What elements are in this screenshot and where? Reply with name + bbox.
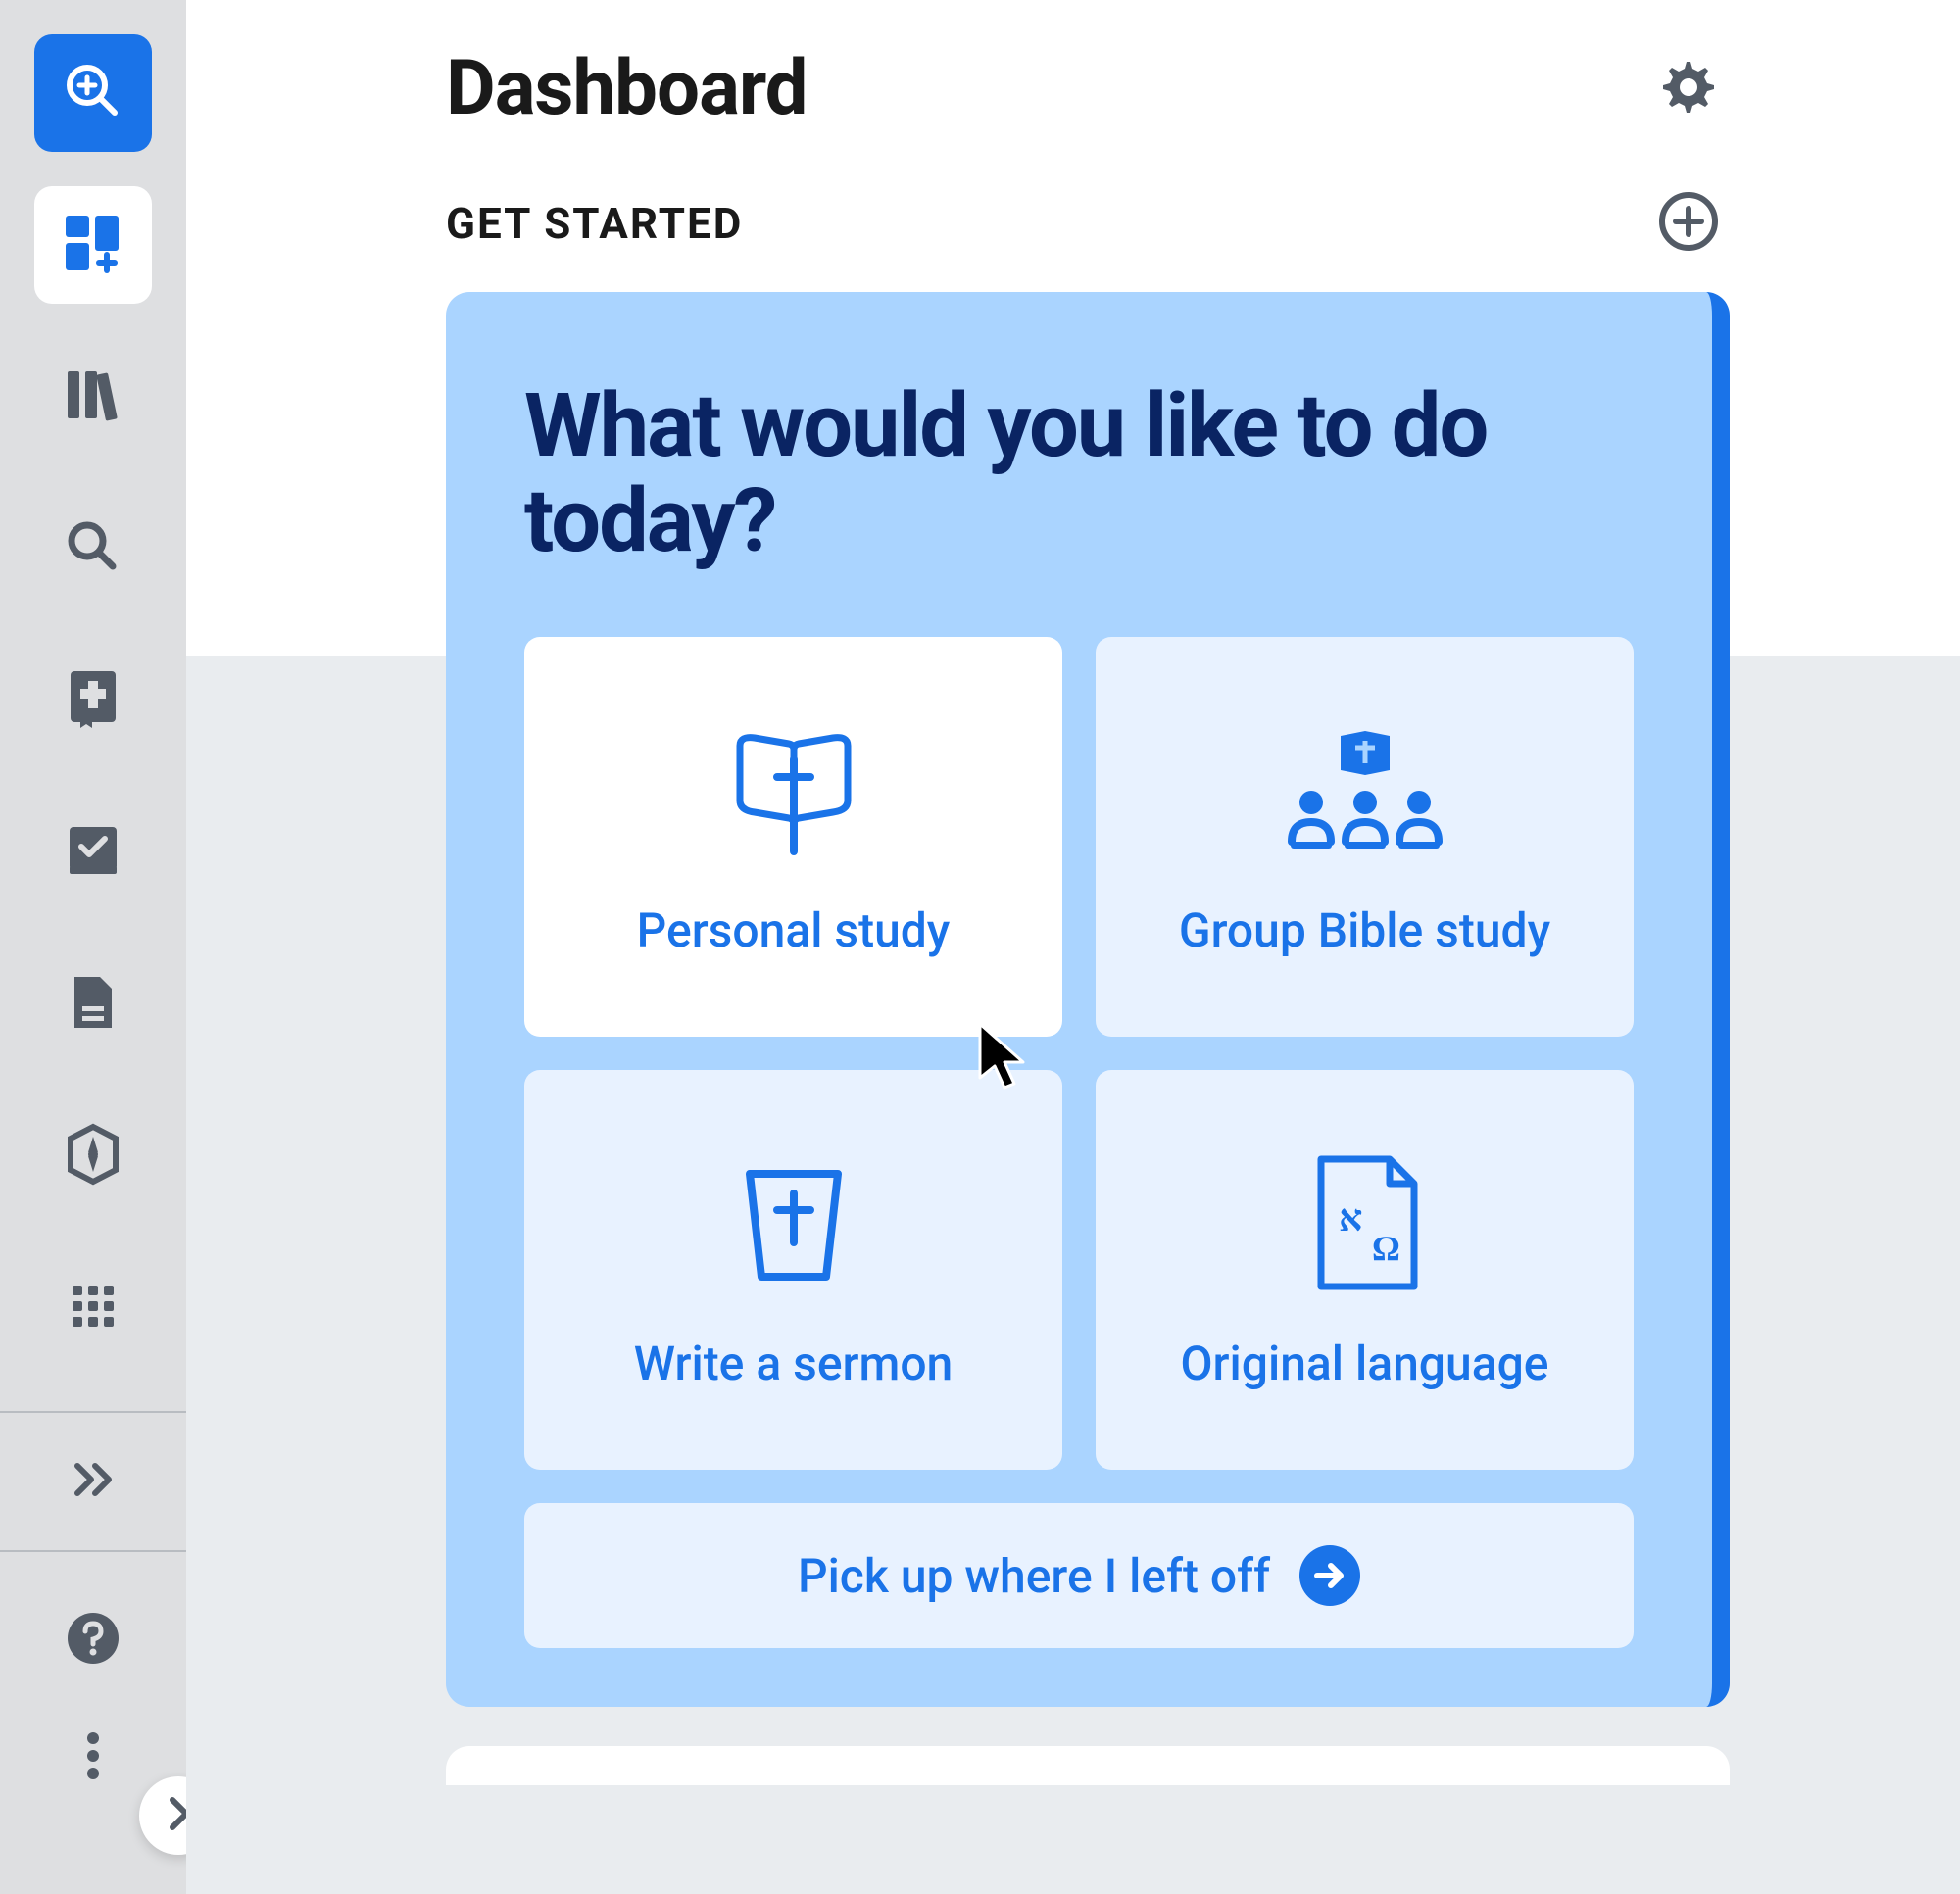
main-content: Dashboard GET STARTED xyxy=(186,0,1960,1894)
sidebar-item-search[interactable] xyxy=(34,490,152,607)
arrow-right-circle-icon xyxy=(1299,1545,1360,1606)
add-section-button[interactable] xyxy=(1657,192,1720,255)
expand-sidebar-button[interactable] xyxy=(54,1442,132,1521)
resume-button[interactable]: Pick up where I left off xyxy=(524,1503,1634,1648)
search-icon xyxy=(64,517,122,580)
gear-icon xyxy=(1660,59,1717,120)
bible-cross-icon xyxy=(720,716,867,863)
sidebar-item-dashboard[interactable] xyxy=(34,186,152,304)
tile-label: Write a sermon xyxy=(634,1336,954,1391)
bible-book-icon xyxy=(67,667,120,734)
header-row: Dashboard xyxy=(446,44,1720,133)
sidebar-item-document[interactable] xyxy=(34,946,152,1063)
page-title: Dashboard xyxy=(446,44,808,133)
sidebar-item-tasks[interactable] xyxy=(34,794,152,911)
dashboard-tiles-icon xyxy=(60,210,126,280)
more-vertical-icon xyxy=(85,1730,101,1785)
card-title: What would you like to do today? xyxy=(524,378,1634,568)
svg-text:Ω: Ω xyxy=(1372,1229,1400,1268)
get-started-card: What would you like to do today? Persona… xyxy=(446,292,1730,1707)
tile-personal-study[interactable]: Personal study xyxy=(524,637,1062,1037)
next-card-peek xyxy=(446,1746,1730,1785)
tile-label: Personal study xyxy=(637,902,951,958)
settings-button[interactable] xyxy=(1657,58,1720,121)
apps-grid-icon xyxy=(69,1282,118,1335)
tile-grid: Personal study xyxy=(524,637,1634,1470)
resume-label: Pick up where I left off xyxy=(798,1548,1270,1604)
original-language-icon: א Ω xyxy=(1301,1149,1429,1296)
sidebar-item-library[interactable] xyxy=(34,338,152,456)
sidebar-item-help[interactable] xyxy=(34,1581,152,1699)
sidebar-item-compass[interactable] xyxy=(34,1097,152,1215)
sidebar-divider xyxy=(0,1550,186,1552)
checkbox-icon xyxy=(66,823,121,882)
svg-text:א: א xyxy=(1339,1198,1362,1239)
more-options-button[interactable] xyxy=(54,1719,132,1797)
pulpit-icon xyxy=(720,1149,867,1296)
plus-circle-icon xyxy=(1658,191,1719,256)
compass-icon xyxy=(65,1123,122,1190)
sidebar-divider xyxy=(0,1411,186,1413)
sidebar-item-apps[interactable] xyxy=(34,1249,152,1367)
tile-original-language[interactable]: א Ω Original language xyxy=(1096,1070,1634,1470)
library-icon xyxy=(62,365,124,428)
tile-label: Original language xyxy=(1180,1336,1548,1391)
section-title: GET STARTED xyxy=(446,198,743,249)
document-icon xyxy=(69,973,118,1036)
tile-write-sermon[interactable]: Write a sermon xyxy=(524,1070,1062,1470)
sidebar xyxy=(0,0,186,1894)
magnify-plus-icon xyxy=(62,60,124,126)
tile-group-study[interactable]: Group Bible study xyxy=(1096,637,1634,1037)
tile-label: Group Bible study xyxy=(1179,902,1550,958)
sidebar-item-bible[interactable] xyxy=(34,642,152,759)
section-row: GET STARTED xyxy=(446,192,1720,255)
sidebar-item-search-plus[interactable] xyxy=(34,34,152,152)
group-study-icon xyxy=(1277,716,1453,863)
help-icon xyxy=(65,1610,122,1671)
chevrons-right-icon xyxy=(70,1460,117,1503)
